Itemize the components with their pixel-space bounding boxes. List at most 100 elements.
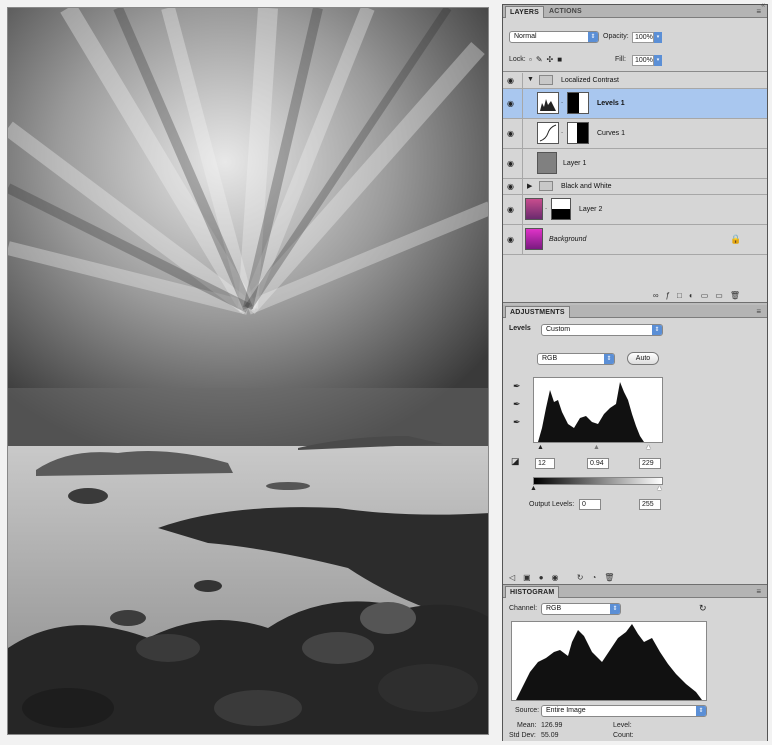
tab-adjustments[interactable]: ADJUSTMENTS xyxy=(505,306,570,318)
adjustments-footer-toolbar[interactable]: ◁▣●◉ ↻◔🗑 xyxy=(509,573,622,582)
clipping-warning-icon[interactable]: ◪ xyxy=(511,456,520,467)
eyedropper-white-icon[interactable]: ✒ xyxy=(513,417,521,428)
eye-icon[interactable]: ◉ xyxy=(507,182,514,191)
layer-mask-thumbnail[interactable] xyxy=(567,122,589,144)
layer-name: Background xyxy=(549,236,587,243)
count-label: Count: xyxy=(613,732,634,739)
output-black-field[interactable]: 0 xyxy=(579,499,601,510)
fill-label: Fill: xyxy=(615,56,626,63)
layer-name: Localized Contrast xyxy=(561,77,619,84)
histogram-channel-value: RGB xyxy=(546,605,562,612)
input-black-field[interactable]: 12 xyxy=(535,458,555,469)
source-label: Source: xyxy=(515,707,540,714)
eye-icon[interactable]: ◉ xyxy=(507,129,514,138)
eye-icon[interactable]: ◉ xyxy=(507,205,514,214)
layer-name: Layer 2 xyxy=(579,206,603,213)
layer-name: Black and White xyxy=(561,183,612,190)
chain-link-icon[interactable]: ᐧ xyxy=(545,205,547,213)
panel-menu-icon[interactable]: ≡ xyxy=(756,307,761,316)
stddev-label: Std Dev: xyxy=(509,732,536,739)
refresh-icon[interactable]: ↻ xyxy=(699,603,707,614)
channel-dropdown[interactable]: RGB ⇕ xyxy=(537,353,615,365)
eye-icon[interactable]: ◉ xyxy=(507,235,514,244)
layer-row-black-and-white[interactable]: ◉ ▶ Black and White xyxy=(503,179,767,195)
tab-actions[interactable]: ACTIONS xyxy=(545,6,586,18)
histogram-channel-dropdown[interactable]: RGB ⇕ xyxy=(541,603,621,615)
lock-label: Lock: xyxy=(509,56,526,63)
mean-value: 126.99 xyxy=(541,722,563,729)
histogram-graph xyxy=(511,621,707,701)
output-gradient-bar xyxy=(533,477,663,485)
channel-label: Channel: xyxy=(509,605,538,612)
layer-row-layer-1[interactable]: ◉ Layer 1 xyxy=(503,149,767,179)
layer-row-layer-2[interactable]: ◉ ᐧ Layer 2 xyxy=(503,195,767,225)
chevron-down-icon: ⇕ xyxy=(610,604,620,614)
adjustments-panel: ADJUSTMENTS ≡ Levels Custom ⇕ RGB ⇕ Auto… xyxy=(503,305,767,585)
input-black-slider[interactable]: ▲ xyxy=(537,444,544,451)
layer-name: Curves 1 xyxy=(597,130,626,137)
fill-field[interactable]: 100% ▾ xyxy=(632,55,662,66)
expand-triangle-icon[interactable]: ▼ xyxy=(527,76,534,83)
histogram-panel: HISTOGRAM ≡ Channel: RGB ⇕ ↻ Source: Ent… xyxy=(503,585,767,741)
close-icon[interactable]: « xyxy=(761,2,765,9)
input-gamma-field[interactable]: 0.94 xyxy=(587,458,609,469)
opacity-value: 100% xyxy=(635,34,653,41)
tab-histogram[interactable]: HISTOGRAM xyxy=(505,586,560,598)
layers-footer-toolbar[interactable]: ∞ƒ□◐▭▭🗑 xyxy=(653,291,747,300)
mean-label: Mean: xyxy=(517,722,537,729)
layer-name: Levels 1 xyxy=(597,100,625,107)
lock-icon: 🔒 xyxy=(730,234,742,244)
histogram-tabbar: HISTOGRAM ≡ xyxy=(503,585,767,598)
input-white-field[interactable]: 229 xyxy=(639,458,661,469)
opacity-stepper-icon[interactable]: ▾ xyxy=(654,32,662,43)
layer-thumbnail xyxy=(525,198,543,220)
auto-button[interactable]: Auto xyxy=(627,352,659,365)
output-levels-label: Output Levels: xyxy=(529,501,575,508)
level-label: Level: xyxy=(613,722,632,729)
levels-adjustment-icon xyxy=(537,92,559,114)
output-black-slider[interactable]: ▲ xyxy=(530,485,537,492)
layer-row-localized-contrast[interactable]: ◉ ▼ Localized Contrast xyxy=(503,73,767,89)
stddev-value: 55.09 xyxy=(541,732,559,739)
layers-panel: LAYERS ACTIONS ≡ « Normal ⇕ Opacity: 100… xyxy=(503,2,767,303)
chevron-down-icon: ⇕ xyxy=(652,325,662,335)
preset-value: Custom xyxy=(546,326,571,333)
panel-menu-icon[interactable]: ≡ xyxy=(756,587,761,596)
layer-mask-thumbnail[interactable] xyxy=(551,198,571,220)
eye-icon[interactable]: ◉ xyxy=(507,99,514,108)
collapse-triangle-icon[interactable]: ▶ xyxy=(527,182,532,190)
eye-icon[interactable]: ◉ xyxy=(507,159,514,168)
chain-link-icon[interactable]: ᐧ xyxy=(561,129,563,137)
blend-mode-dropdown[interactable]: Normal ⇕ xyxy=(509,31,599,43)
chain-link-icon[interactable]: ᐧ xyxy=(561,99,563,107)
eyedropper-gray-icon[interactable]: ✒ xyxy=(513,399,521,410)
layer-row-background[interactable]: ◉ Background 🔒 xyxy=(503,225,767,255)
chevron-down-icon: ⇕ xyxy=(588,32,598,42)
preset-dropdown[interactable]: Custom ⇕ xyxy=(541,324,663,336)
tab-layers[interactable]: LAYERS xyxy=(505,6,544,18)
eyedropper-black-icon[interactable]: ✒ xyxy=(513,381,521,392)
levels-histogram[interactable] xyxy=(533,377,663,443)
opacity-label: Opacity: xyxy=(603,33,629,40)
layer-row-curves-1[interactable]: ◉ ᐧ Curves 1 xyxy=(503,119,767,149)
chevron-down-icon: ⇕ xyxy=(604,354,614,364)
layer-mask-thumbnail[interactable] xyxy=(567,92,589,114)
document-canvas[interactable] xyxy=(0,0,500,745)
input-white-slider[interactable]: ▲ xyxy=(645,444,652,451)
eye-icon[interactable]: ◉ xyxy=(507,76,514,85)
output-white-field[interactable]: 255 xyxy=(639,499,661,510)
curves-adjustment-icon xyxy=(537,122,559,144)
chevron-down-icon: ⇕ xyxy=(696,706,706,716)
seascape-photo[interactable] xyxy=(7,7,489,735)
layer-thumbnail xyxy=(525,228,543,250)
input-gamma-slider[interactable]: ▲ xyxy=(593,444,600,451)
fill-stepper-icon[interactable]: ▾ xyxy=(654,55,662,66)
lock-icons[interactable]: ▫✎✣■ xyxy=(529,55,566,64)
opacity-field[interactable]: 100% ▾ xyxy=(632,32,662,43)
source-dropdown[interactable]: Entire Image ⇕ xyxy=(541,705,707,717)
layers-tabbar: LAYERS ACTIONS ≡ « xyxy=(503,2,767,18)
output-white-slider[interactable]: ▲ xyxy=(656,485,663,492)
layer-row-levels-1[interactable]: ◉ ᐧ Levels 1 xyxy=(503,89,767,119)
channel-value: RGB xyxy=(542,355,558,362)
blend-mode-value: Normal xyxy=(514,33,537,40)
